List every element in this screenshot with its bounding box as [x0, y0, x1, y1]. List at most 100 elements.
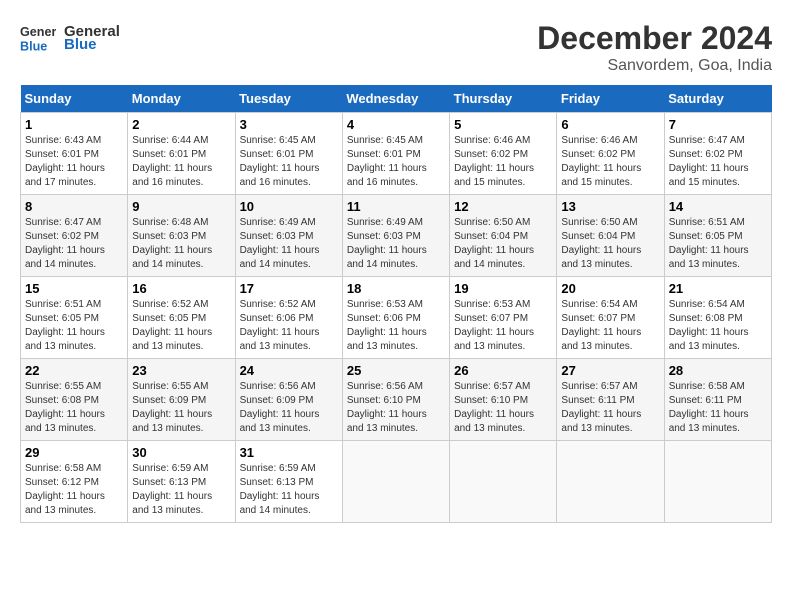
day-number: 23 [132, 363, 230, 378]
calendar-week-5: 29 Sunrise: 6:58 AMSunset: 6:12 PMDayligh… [21, 441, 772, 523]
day-number: 7 [669, 117, 767, 132]
day-info: Sunrise: 6:45 AMSunset: 6:01 PMDaylight:… [240, 134, 338, 190]
day-info: Sunrise: 6:56 AMSunset: 6:09 PMDaylight:… [240, 380, 338, 436]
day-info: Sunrise: 6:59 AMSunset: 6:13 PMDaylight:… [132, 462, 230, 518]
weekday-header-saturday: Saturday [664, 85, 771, 113]
logo-icon: General Blue [20, 20, 56, 56]
day-info: Sunrise: 6:55 AMSunset: 6:09 PMDaylight:… [132, 380, 230, 436]
calendar-cell [342, 441, 449, 523]
day-number: 2 [132, 117, 230, 132]
calendar-cell: 23 Sunrise: 6:55 AMSunset: 6:09 PMDayligh… [128, 359, 235, 441]
day-info: Sunrise: 6:49 AMSunset: 6:03 PMDaylight:… [240, 216, 338, 272]
calendar-cell: 2 Sunrise: 6:44 AMSunset: 6:01 PMDaylight… [128, 113, 235, 195]
day-number: 9 [132, 199, 230, 214]
day-info: Sunrise: 6:51 AMSunset: 6:05 PMDaylight:… [669, 216, 767, 272]
day-info: Sunrise: 6:47 AMSunset: 6:02 PMDaylight:… [669, 134, 767, 190]
day-info: Sunrise: 6:57 AMSunset: 6:10 PMDaylight:… [454, 380, 552, 436]
calendar-cell: 14 Sunrise: 6:51 AMSunset: 6:05 PMDayligh… [664, 195, 771, 277]
calendar-cell: 22Sunrise: 6:55 AMSunset: 6:08 PMDayligh… [21, 359, 128, 441]
day-number: 13 [561, 199, 659, 214]
calendar-cell: 18Sunrise: 6:53 AMSunset: 6:06 PMDayligh… [342, 277, 449, 359]
page-header: General Blue General Blue December 2024 … [20, 20, 772, 75]
day-number: 29 [25, 445, 123, 460]
svg-text:Blue: Blue [20, 40, 47, 54]
calendar-cell: 9Sunrise: 6:48 AMSunset: 6:03 PMDaylight… [128, 195, 235, 277]
calendar-table: SundayMondayTuesdayWednesdayThursdayFrid… [20, 85, 772, 523]
day-info: Sunrise: 6:43 AMSunset: 6:01 PMDaylight:… [25, 134, 123, 190]
weekday-header-tuesday: Tuesday [235, 85, 342, 113]
day-number: 17 [240, 281, 338, 296]
weekday-header-monday: Monday [128, 85, 235, 113]
calendar-cell: 10 Sunrise: 6:49 AMSunset: 6:03 PMDayligh… [235, 195, 342, 277]
day-number: 16 [132, 281, 230, 296]
day-info: Sunrise: 6:49 AMSunset: 6:03 PMDaylight:… [347, 216, 445, 272]
day-info: Sunrise: 6:58 AMSunset: 6:12 PMDaylight:… [25, 462, 123, 518]
calendar-cell [450, 441, 557, 523]
day-number: 28 [669, 363, 767, 378]
calendar-cell: 8Sunrise: 6:47 AMSunset: 6:02 PMDaylight… [21, 195, 128, 277]
day-info: Sunrise: 6:50 AMSunset: 6:04 PMDaylight:… [454, 216, 552, 272]
day-number: 12 [454, 199, 552, 214]
weekday-header-row: SundayMondayTuesdayWednesdayThursdayFrid… [21, 85, 772, 113]
calendar-cell [557, 441, 664, 523]
calendar-week-2: 8Sunrise: 6:47 AMSunset: 6:02 PMDaylight… [21, 195, 772, 277]
day-number: 22 [25, 363, 123, 378]
calendar-cell: 15 Sunrise: 6:51 AMSunset: 6:05 PMDayligh… [21, 277, 128, 359]
day-number: 14 [669, 199, 767, 214]
day-info: Sunrise: 6:44 AMSunset: 6:01 PMDaylight:… [132, 134, 230, 190]
calendar-cell: 3 Sunrise: 6:45 AMSunset: 6:01 PMDaylight… [235, 113, 342, 195]
day-number: 31 [240, 445, 338, 460]
day-info: Sunrise: 6:56 AMSunset: 6:10 PMDaylight:… [347, 380, 445, 436]
day-info: Sunrise: 6:51 AMSunset: 6:05 PMDaylight:… [25, 298, 123, 354]
day-info: Sunrise: 6:59 AMSunset: 6:13 PMDaylight:… [240, 462, 338, 518]
day-number: 6 [561, 117, 659, 132]
weekday-header-friday: Friday [557, 85, 664, 113]
calendar-cell: 24 Sunrise: 6:56 AMSunset: 6:09 PMDayligh… [235, 359, 342, 441]
calendar-cell: 6 Sunrise: 6:46 AMSunset: 6:02 PMDaylight… [557, 113, 664, 195]
day-number: 24 [240, 363, 338, 378]
calendar-cell: 17 Sunrise: 6:52 AMSunset: 6:06 PMDayligh… [235, 277, 342, 359]
calendar-week-4: 22Sunrise: 6:55 AMSunset: 6:08 PMDayligh… [21, 359, 772, 441]
weekday-header-wednesday: Wednesday [342, 85, 449, 113]
calendar-cell: 1 Sunrise: 6:43 AMSunset: 6:01 PMDaylight… [21, 113, 128, 195]
calendar-cell: 12 Sunrise: 6:50 AMSunset: 6:04 PMDayligh… [450, 195, 557, 277]
calendar-week-3: 15 Sunrise: 6:51 AMSunset: 6:05 PMDayligh… [21, 277, 772, 359]
calendar-cell: 20Sunrise: 6:54 AMSunset: 6:07 PMDayligh… [557, 277, 664, 359]
svg-text:General: General [20, 25, 56, 39]
day-number: 3 [240, 117, 338, 132]
calendar-cell [664, 441, 771, 523]
calendar-cell: 13Sunrise: 6:50 AMSunset: 6:04 PMDayligh… [557, 195, 664, 277]
day-number: 30 [132, 445, 230, 460]
calendar-cell: 4 Sunrise: 6:45 AMSunset: 6:01 PMDaylight… [342, 113, 449, 195]
day-number: 27 [561, 363, 659, 378]
logo: General Blue General Blue [20, 20, 120, 56]
day-number: 19 [454, 281, 552, 296]
day-info: Sunrise: 6:52 AMSunset: 6:06 PMDaylight:… [240, 298, 338, 354]
day-info: Sunrise: 6:45 AMSunset: 6:01 PMDaylight:… [347, 134, 445, 190]
weekday-header-thursday: Thursday [450, 85, 557, 113]
day-number: 1 [25, 117, 123, 132]
calendar-body: 1 Sunrise: 6:43 AMSunset: 6:01 PMDaylight… [21, 113, 772, 523]
day-number: 4 [347, 117, 445, 132]
calendar-cell: 26 Sunrise: 6:57 AMSunset: 6:10 PMDayligh… [450, 359, 557, 441]
calendar-cell: 16 Sunrise: 6:52 AMSunset: 6:05 PMDayligh… [128, 277, 235, 359]
day-number: 5 [454, 117, 552, 132]
day-number: 8 [25, 199, 123, 214]
weekday-header-sunday: Sunday [21, 85, 128, 113]
day-number: 15 [25, 281, 123, 296]
day-info: Sunrise: 6:46 AMSunset: 6:02 PMDaylight:… [561, 134, 659, 190]
day-info: Sunrise: 6:52 AMSunset: 6:05 PMDaylight:… [132, 298, 230, 354]
day-info: Sunrise: 6:58 AMSunset: 6:11 PMDaylight:… [669, 380, 767, 436]
day-number: 10 [240, 199, 338, 214]
title-block: December 2024 Sanvordem, Goa, India [537, 20, 772, 75]
calendar-cell: 19Sunrise: 6:53 AMSunset: 6:07 PMDayligh… [450, 277, 557, 359]
day-number: 11 [347, 199, 445, 214]
day-number: 20 [561, 281, 659, 296]
calendar-cell: 5Sunrise: 6:46 AMSunset: 6:02 PMDaylight… [450, 113, 557, 195]
location: Sanvordem, Goa, India [537, 57, 772, 75]
calendar-cell: 31 Sunrise: 6:59 AMSunset: 6:13 PMDayligh… [235, 441, 342, 523]
day-number: 26 [454, 363, 552, 378]
day-number: 21 [669, 281, 767, 296]
day-info: Sunrise: 6:53 AMSunset: 6:06 PMDaylight:… [347, 298, 445, 354]
calendar-cell: 30 Sunrise: 6:59 AMSunset: 6:13 PMDayligh… [128, 441, 235, 523]
